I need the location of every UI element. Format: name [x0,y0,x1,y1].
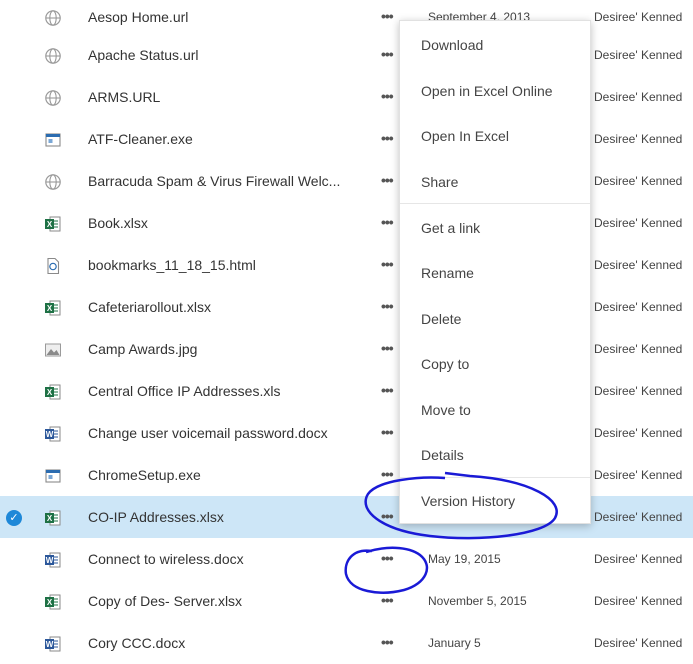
excel-file-icon: X [44,509,62,527]
excel-file-icon: X [44,383,62,401]
file-name-link[interactable]: Aesop Home.url [88,0,188,38]
excel-file-icon: X [44,215,62,233]
more-actions-button[interactable]: ••• [381,454,394,496]
svg-text:X: X [47,598,53,607]
menu-item-move-to[interactable]: Move to [400,390,590,430]
modified-by: Desiree' Kenned [594,384,683,398]
file-name-link[interactable]: ChromeSetup.exe [88,454,201,496]
more-actions-button[interactable]: ••• [381,580,394,622]
more-actions-button[interactable]: ••• [381,286,394,328]
file-name-link[interactable]: Book.xlsx [88,202,148,244]
modified-by: Desiree' Kenned [594,510,683,524]
web-link-icon [44,47,62,65]
menu-item-share[interactable]: Share [400,162,590,202]
more-actions-button[interactable]: ••• [381,160,394,202]
menu-item-open-in-excel-online[interactable]: Open in Excel Online [400,71,590,111]
file-name-link[interactable]: CO-IP Addresses.xlsx [88,496,224,538]
menu-separator [400,477,590,478]
svg-text:X: X [47,514,53,523]
modified-by: Desiree' Kenned [594,468,683,482]
modified-by: Desiree' Kenned [594,426,683,440]
menu-item-get-a-link[interactable]: Get a link [400,208,590,248]
menu-item-delete[interactable]: Delete [400,299,590,339]
web-link-icon [44,89,62,107]
menu-item-details[interactable]: Details [400,435,590,475]
svg-text:X: X [47,304,53,313]
more-actions-button[interactable]: ••• [381,244,394,286]
modified-by: Desiree' Kenned [594,594,683,608]
modified-by: Desiree' Kenned [594,132,683,146]
modified-date: November 5, 2015 [428,594,527,608]
web-link-icon [44,9,62,27]
word-file-icon: W [44,635,62,653]
more-actions-button[interactable]: ••• [381,0,394,38]
context-menu: Download Open in Excel Online Open In Exce… [399,20,591,524]
file-name-link[interactable]: Apache Status.url [88,34,199,76]
modified-by: Desiree' Kenned [594,552,683,566]
web-link-icon [44,173,62,191]
more-actions-button[interactable]: ••• [381,328,394,370]
more-actions-button[interactable]: ••• [381,76,394,118]
image-file-icon [44,341,62,359]
svg-text:W: W [46,556,54,565]
modified-by: Desiree' Kenned [594,216,683,230]
file-name-link[interactable]: bookmarks_11_18_15.html [88,244,256,286]
modified-by: Desiree' Kenned [594,48,683,62]
menu-separator [400,203,590,204]
modified-by: Desiree' Kenned [594,90,683,104]
modified-by: Desiree' Kenned [594,10,683,24]
exe-file-icon [44,131,62,149]
file-name-link[interactable]: Camp Awards.jpg [88,328,197,370]
file-name-link[interactable]: Connect to wireless.docx [88,538,244,580]
more-actions-button[interactable]: ••• [381,496,394,538]
menu-item-download[interactable]: Download [400,25,590,65]
menu-item-open-in-excel[interactable]: Open In Excel [400,116,590,156]
menu-item-version-history[interactable]: Version History [400,481,590,521]
word-file-icon: W [44,551,62,569]
excel-file-icon: X [44,593,62,611]
modified-by: Desiree' Kenned [594,258,683,272]
html-file-icon [44,257,62,275]
more-actions-button[interactable]: ••• [381,118,394,160]
svg-text:W: W [46,640,54,649]
menu-item-rename[interactable]: Rename [400,253,590,293]
more-actions-button[interactable]: ••• [381,202,394,244]
file-name-link[interactable]: Change user voicemail password.docx [88,412,328,454]
file-row[interactable]: X Copy of Des- Server.xlsx ••• November 5, … [0,580,693,622]
excel-file-icon: X [44,299,62,317]
modified-date: May 19, 2015 [428,552,501,566]
file-name-link[interactable]: Copy of Des- Server.xlsx [88,580,242,622]
file-name-link[interactable]: Cafeteriarollout.xlsx [88,286,211,328]
file-row[interactable]: W Connect to wireless.docx ••• May 19, 2015… [0,538,693,580]
file-name-link[interactable]: Barracuda Spam & Virus Firewall Welc... [88,160,340,202]
selected-check-icon[interactable]: ✓ [6,510,22,526]
menu-item-copy-to[interactable]: Copy to [400,344,590,384]
file-name-link[interactable]: Central Office IP Addresses.xls [88,370,280,412]
more-actions-button[interactable]: ••• [381,412,394,454]
more-actions-button[interactable]: ••• [381,538,394,580]
svg-text:W: W [46,430,54,439]
more-actions-button[interactable]: ••• [381,34,394,76]
more-actions-button[interactable]: ••• [381,370,394,412]
exe-file-icon [44,467,62,485]
modified-by: Desiree' Kenned [594,300,683,314]
modified-by: Desiree' Kenned [594,174,683,188]
word-file-icon: W [44,425,62,443]
modified-by: Desiree' Kenned [594,342,683,356]
file-name-link[interactable]: ATF-Cleaner.exe [88,118,193,160]
file-name-link[interactable]: ARMS.URL [88,76,160,118]
svg-text:X: X [47,388,53,397]
svg-text:X: X [47,220,53,229]
